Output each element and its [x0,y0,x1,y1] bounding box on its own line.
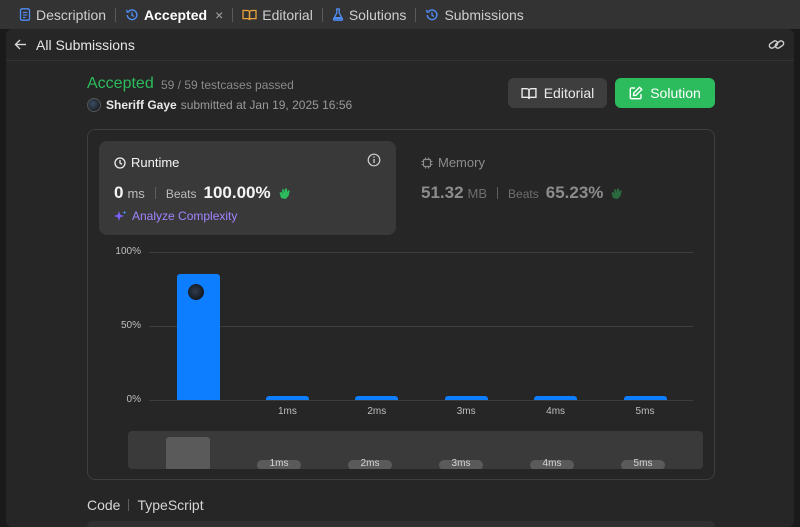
tab-accepted[interactable]: Accepted × [122,0,226,29]
link-icon[interactable] [768,37,785,57]
tab-label: Solutions [348,6,407,23]
runtime-distribution-chart: 0% 50% 100% 1ms 2ms 3ms 4ms 5ms 1ms 2ms 3ms 4ms 5ms [88,130,716,481]
flask-icon [332,8,343,21]
tab-divider [415,7,417,22]
chart-bar[interactable] [265,395,309,400]
editorial-button[interactable]: Editorial [508,78,607,108]
performance-card: Runtime 0 ms Beats 100.00% Analyze Compl… [87,129,715,480]
chart-bar[interactable] [444,395,488,400]
solution-button-label: Solution [650,85,701,101]
history-icon [426,8,438,20]
code-header: Code TypeScript [87,497,204,513]
back-arrow-icon[interactable] [14,37,27,53]
x-tick-label: 4ms [546,406,566,417]
code-language: TypeScript [137,497,204,513]
tab-label: Submissions [444,6,524,23]
mini-tick-label: 4ms [530,459,574,469]
x-tick-label: 2ms [367,406,387,417]
tab-label: Accepted [144,6,208,23]
tab-label: Description [36,6,107,23]
tab-editorial[interactable]: Editorial [239,0,316,29]
all-submissions-link[interactable]: All Submissions [36,37,135,53]
testcases-passed: 59 / 59 testcases passed [161,78,294,92]
editorial-button-label: Editorial [543,85,595,101]
close-icon[interactable]: × [215,7,223,23]
submission-panel: All Submissions Accepted 59 / 59 testcas… [6,29,794,527]
chart-range-slider[interactable]: 1ms 2ms 3ms 4ms 5ms [128,431,703,469]
book-icon [521,87,537,99]
avatar[interactable] [87,98,101,112]
edit-icon [629,86,643,100]
chart-bar[interactable] [623,395,667,400]
x-tick-label: 3ms [456,406,476,417]
tab-divider [232,7,234,22]
mini-tick-label: 3ms [439,459,483,469]
tab-divider [321,7,323,22]
code-label: Code [87,497,121,513]
code-block [87,521,715,527]
y-tick-label: 0% [126,394,141,405]
tab-submissions[interactable]: Submissions [422,0,526,29]
divider [128,499,130,511]
y-tick-label: 100% [115,246,141,257]
tab-solutions[interactable]: Solutions [329,0,410,29]
mini-chart-bar [166,437,210,469]
history-icon [126,8,138,20]
chart-bar[interactable] [534,395,578,400]
submission-status: Accepted [87,75,154,92]
x-tick-label: 1ms [277,406,297,417]
x-tick-label: 5ms [635,406,655,417]
mini-tick-label: 1ms [257,459,301,469]
tab-divider [115,7,117,22]
tab-description[interactable]: Description [16,0,109,29]
chart-gridline [149,252,693,253]
mini-tick-label: 2ms [348,459,392,469]
submitted-at: submitted at Jan 19, 2025 16:56 [180,98,353,112]
book-icon [242,9,257,20]
y-tick-label: 50% [120,320,141,331]
description-icon [19,8,31,21]
tab-label: Editorial [262,6,313,23]
back-bar: All Submissions [6,29,794,61]
chart-gridline [149,400,693,401]
submitter-info: Sheriff Gaye submitted at Jan 19, 2025 1… [87,98,352,112]
mini-tick-label: 5ms [621,459,665,469]
solution-button[interactable]: Solution [615,78,715,108]
tab-bar: Description Accepted × Editorial Solutio… [0,0,800,29]
chart-gridline [149,326,693,327]
submitter-name[interactable]: Sheriff Gaye [106,98,177,112]
chart-bar[interactable] [355,395,399,400]
